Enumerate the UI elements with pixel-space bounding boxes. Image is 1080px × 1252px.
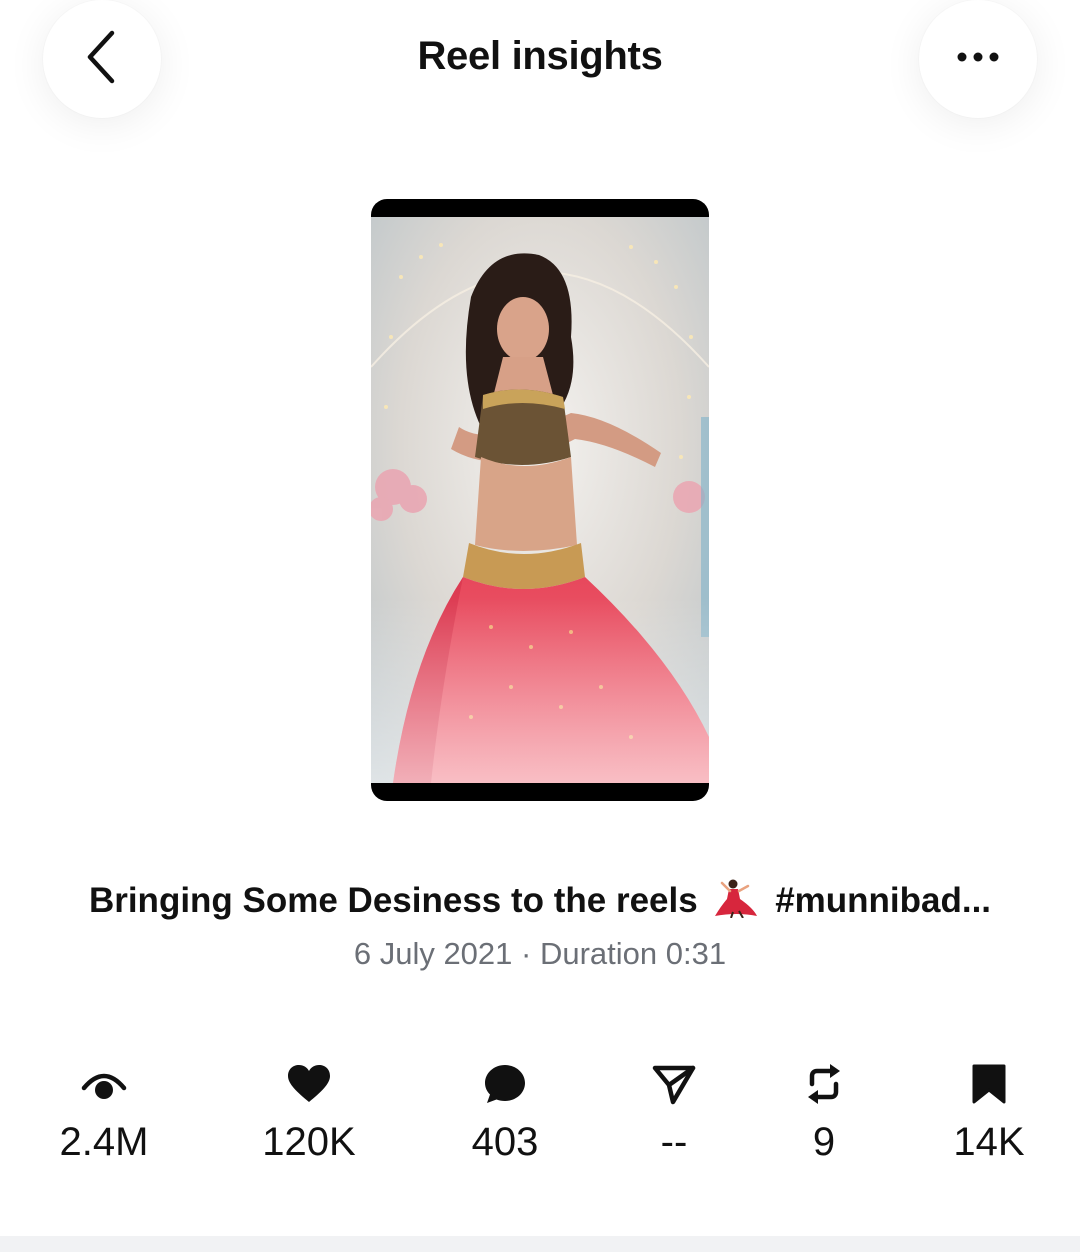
stat-saves: 14K <box>889 1060 1080 1165</box>
reel-insights-screen: Reel insights Bringing Some Desiness to … <box>0 0 1080 1252</box>
reel-preview-image <box>371 217 709 783</box>
page-title: Reel insights <box>417 34 663 78</box>
views-count: 2.4M <box>59 1120 149 1164</box>
reel-date: 6 July 2021 <box>353 936 513 971</box>
stat-likes: 120K <box>209 1060 409 1165</box>
stat-views: 2.4M <box>4 1060 204 1165</box>
bottom-divider <box>0 1236 1080 1252</box>
duration-value: 0:31 <box>665 936 727 971</box>
caption-hashtag[interactable]: #munnibad... <box>775 881 991 920</box>
header: Reel insights <box>0 0 1080 130</box>
more-horizontal-icon <box>956 50 1000 68</box>
eye-icon <box>4 1060 204 1108</box>
woman-dancing-emoji-icon <box>713 878 759 927</box>
reel-caption: Bringing Some Desiness to the reels #mun… <box>0 878 1080 927</box>
reel-stats-row: 2.4M 120K 403 -- 9 14K <box>0 1060 1080 1180</box>
caption-text: Bringing Some Desiness to the reels <box>88 881 698 920</box>
duration-label: Duration <box>539 936 658 971</box>
reel-thumbnail[interactable] <box>371 199 709 801</box>
heart-icon <box>209 1060 409 1108</box>
saves-count: 14K <box>953 1120 1025 1164</box>
likes-count: 120K <box>262 1120 356 1164</box>
more-options-button[interactable] <box>919 0 1037 118</box>
bookmark-icon <box>889 1060 1080 1108</box>
meta-separator: · <box>521 936 532 971</box>
reel-meta: 6 July 2021 · Duration 0:31 <box>0 936 1080 972</box>
